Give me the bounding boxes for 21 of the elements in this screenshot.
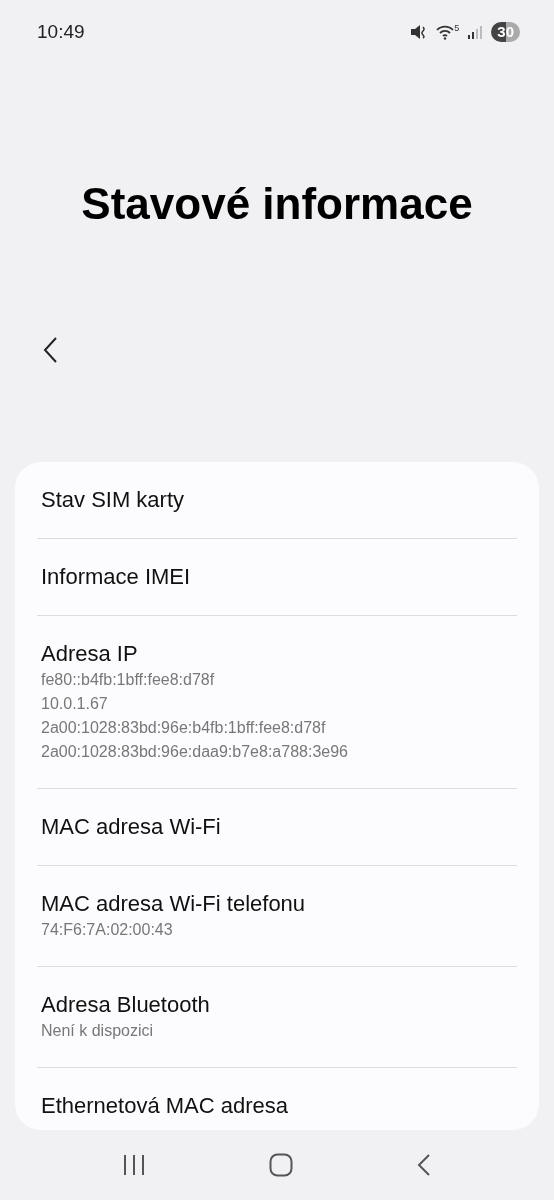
recent-apps-icon[interactable]	[121, 1154, 146, 1176]
setting-value: 2a00:1028:83bd:96e:daa9:b7e8:a788:3e96	[41, 742, 349, 762]
setting-value: fe80::b4fb:1bff:fee8:d78f	[41, 670, 216, 690]
back-icon	[42, 336, 58, 364]
setting-value: 2a00:1028:83bd:96e:b4fb:1bff:fee8:d78f	[41, 718, 327, 738]
signal-icon	[467, 25, 484, 39]
setting-title[interactable]: Stav SIM karty	[41, 486, 513, 514]
home-icon[interactable]	[269, 1153, 293, 1177]
page-title: Stavové informace	[81, 178, 473, 230]
setting-title[interactable]: Adresa Bluetooth	[41, 991, 513, 1019]
back-icon[interactable]	[416, 1153, 433, 1177]
setting-title[interactable]: Informace IMEI	[41, 563, 513, 591]
setting-value: 10.0.1.67	[41, 694, 109, 714]
setting-value: 74:F6:7A:02:00:43	[41, 920, 174, 940]
setting-value: Není k dispozici	[41, 1021, 155, 1041]
battery-indicator: 30	[491, 22, 520, 42]
status-time: 10:49	[37, 19, 85, 44]
setting-title[interactable]: Ethernetová MAC adresa	[41, 1092, 513, 1120]
setting-title[interactable]: Adresa IP	[41, 640, 513, 668]
setting-title[interactable]: MAC adresa Wi-Fi telefonu	[41, 890, 513, 918]
setting-title[interactable]: MAC adresa Wi-Fi	[41, 813, 513, 841]
